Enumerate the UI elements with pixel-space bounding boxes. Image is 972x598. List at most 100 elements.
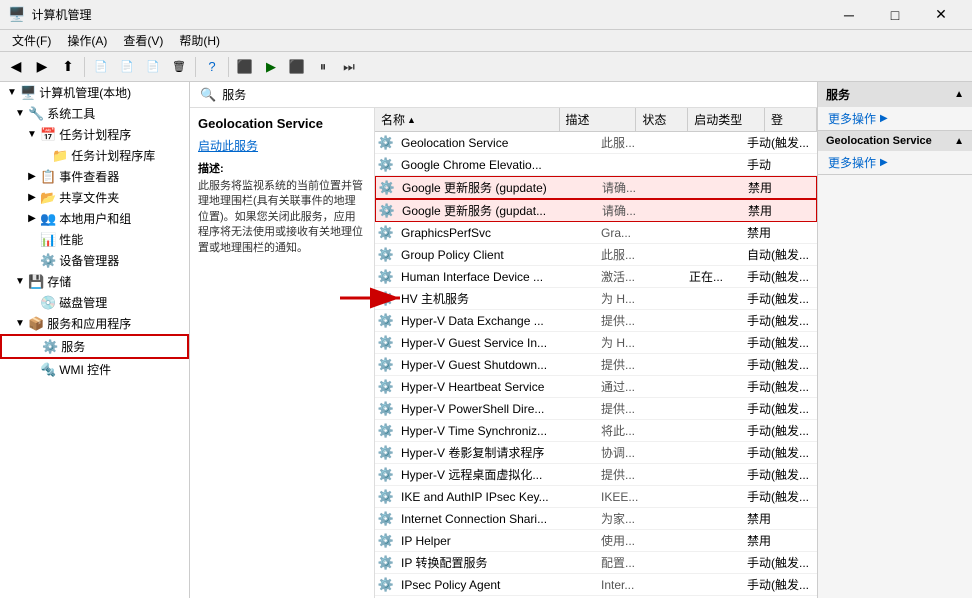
- devmgr-icon: ⚙️: [40, 253, 56, 269]
- tree-item-event[interactable]: ▶ 📋 事件查看器: [0, 166, 189, 187]
- table-row[interactable]: ⚙️ Hyper-V 卷影复制请求程序 协调... 手动(触发... 本: [375, 442, 817, 464]
- tree-item-shared[interactable]: ▶ 📂 共享文件夹: [0, 187, 189, 208]
- menu-help[interactable]: 帮助(H): [171, 30, 228, 51]
- start-service-link[interactable]: 启动此服务: [198, 139, 258, 153]
- service-name: Hyper-V 远程桌面虚拟化...: [397, 465, 597, 484]
- toolbar-item4[interactable]: 🗑: [167, 55, 191, 79]
- tree-item-tasklib[interactable]: ▶ 📁 任务计划程序库: [0, 145, 189, 166]
- expand-arrow-shared: ▶: [24, 192, 40, 203]
- toolbar-stop2[interactable]: ⬛: [285, 55, 309, 79]
- toolbar-stop[interactable]: ⬛: [233, 55, 257, 79]
- shared-icon: 📂: [40, 190, 56, 206]
- toolbar-skip[interactable]: ⏭: [337, 55, 361, 79]
- service-startup: 手动(触发...: [743, 553, 817, 572]
- table-row[interactable]: ⚙️ IKE and AuthIP IPsec Key... IKEE... 手…: [375, 486, 817, 508]
- tree-item-sys[interactable]: ▼ 🔧 系统工具: [0, 103, 189, 124]
- toolbar-item2[interactable]: 📄: [115, 55, 139, 79]
- table-row[interactable]: ⚙️ Hyper-V PowerShell Dire... 提供... 手动(触…: [375, 398, 817, 420]
- tree-item-storage[interactable]: ▼ 💾 存储: [0, 271, 189, 292]
- minimize-button[interactable]: ─: [826, 0, 872, 30]
- service-icon: ⚙️: [375, 379, 397, 395]
- service-icon: ⚙️: [375, 423, 397, 439]
- toolbar-up[interactable]: ⬆: [56, 55, 80, 79]
- right-action-more2[interactable]: 更多操作 ▶: [818, 151, 972, 174]
- menu-action[interactable]: 操作(A): [59, 30, 115, 51]
- service-status: [685, 540, 743, 542]
- table-row[interactable]: ⚙️ IP 转换配置服务 配置... 手动(触发... 本: [375, 552, 817, 574]
- service-name: IKE and AuthIP IPsec Key...: [397, 489, 597, 505]
- table-row[interactable]: ⚙️ Group Policy Client 此服... 自动(触发... 本: [375, 244, 817, 266]
- window-title: 计算机管理: [31, 6, 91, 23]
- table-row[interactable]: ⚙️ Human Interface Device ... 激活... 正在..…: [375, 266, 817, 288]
- toolbar-forward[interactable]: ▶: [30, 55, 54, 79]
- toolbar-sep3: [228, 57, 229, 77]
- table-row[interactable]: ⚙️ Hyper-V Guest Shutdown... 提供... 手动(触发…: [375, 354, 817, 376]
- table-row[interactable]: ⚙️ IPsec Policy Agent Inter... 手动(触发... …: [375, 574, 817, 596]
- table-row[interactable]: ⚙️ HV 主机服务 为 H... 手动(触发... 本: [375, 288, 817, 310]
- service-status: [685, 232, 743, 234]
- maximize-button[interactable]: □: [872, 0, 918, 30]
- storage-icon: 💾: [28, 274, 44, 290]
- toolbar-item3[interactable]: 📄: [141, 55, 165, 79]
- table-row[interactable]: ⚙️ Hyper-V Guest Service In... 为 H... 手动…: [375, 332, 817, 354]
- table-row[interactable]: ⚙️ Hyper-V Heartbeat Service 通过... 手动(触发…: [375, 376, 817, 398]
- toolbar-show-hide[interactable]: 📄: [89, 55, 113, 79]
- selected-service-title: Geolocation Service: [198, 116, 366, 131]
- expand-arrow-perf: ▶: [24, 234, 40, 245]
- col-header-desc[interactable]: 描述: [560, 108, 637, 131]
- service-desc: Inter...: [597, 577, 685, 593]
- tree-item-perf[interactable]: ▶ 📊 性能: [0, 229, 189, 250]
- col-startup-label: 启动类型: [694, 111, 742, 128]
- service-status: [685, 342, 743, 344]
- table-row[interactable]: ⚙️ Google 更新服务 (gupdat... 请确... 禁用 本: [375, 199, 817, 222]
- service-status: [685, 164, 743, 166]
- services-list[interactable]: ⚙️ Geolocation Service 此服... 手动(触发... 本 …: [375, 132, 817, 598]
- col-header-status[interactable]: 状态: [636, 108, 688, 131]
- table-row[interactable]: ⚙️ GraphicsPerfSvc Gra... 禁用 本: [375, 222, 817, 244]
- service-name: Google 更新服务 (gupdat...: [398, 201, 598, 220]
- service-desc: 使用...: [597, 531, 685, 550]
- users-icon: 👥: [40, 211, 56, 227]
- table-row[interactable]: ⚙️ Internet Connection Shari... 为家... 禁用…: [375, 508, 817, 530]
- table-row[interactable]: ⚙️ Google 更新服务 (gupdate) 请确... 禁用 本: [375, 176, 817, 199]
- toolbar-play[interactable]: ▶: [259, 55, 283, 79]
- col-header-startup[interactable]: 启动类型: [688, 108, 765, 131]
- col-header-login[interactable]: 登: [765, 108, 817, 131]
- tree-item-users[interactable]: ▶ 👥 本地用户和组: [0, 208, 189, 229]
- service-startup: 禁用: [743, 509, 817, 528]
- table-row[interactable]: ⚙️ Hyper-V Data Exchange ... 提供... 手动(触发…: [375, 310, 817, 332]
- tree-item-services[interactable]: ▶ ⚙️ 服务: [0, 334, 189, 359]
- service-status: [685, 408, 743, 410]
- panel-container: Geolocation Service 启动此服务 描述: 此服务将监视系统的当…: [190, 108, 817, 598]
- right-action-more1[interactable]: 更多操作 ▶: [818, 107, 972, 130]
- service-desc: 为 H...: [597, 289, 685, 308]
- service-startup: 手动(触发...: [743, 289, 817, 308]
- tree-item-task[interactable]: ▼ 📅 任务计划程序: [0, 124, 189, 145]
- service-startup: 手动(触发...: [743, 311, 817, 330]
- toolbar-pause[interactable]: ⏸: [311, 55, 335, 79]
- service-icon: ⚙️: [375, 511, 397, 527]
- close-button[interactable]: ✕: [918, 0, 964, 30]
- col-header-name[interactable]: 名称 ▲: [375, 108, 560, 131]
- right-section-geo-title: Geolocation Service ▲: [818, 131, 972, 151]
- tree-item-root[interactable]: ▼ 🖥️ 计算机管理(本地): [0, 82, 189, 103]
- table-row[interactable]: ⚙️ Hyper-V Time Synchroniz... 将此... 手动(触…: [375, 420, 817, 442]
- menu-file[interactable]: 文件(F): [4, 30, 59, 51]
- expand-arrow-users: ▶: [24, 213, 40, 224]
- tree-label-task: 任务计划程序: [59, 126, 131, 143]
- service-icon: ⚙️: [375, 313, 397, 329]
- wmi-icon: 🔩: [40, 362, 56, 378]
- table-row[interactable]: ⚙️ Google Chrome Elevatio... 手动 本: [375, 154, 817, 176]
- table-row[interactable]: ⚙️ Geolocation Service 此服... 手动(触发... 本: [375, 132, 817, 154]
- tree-item-diskmgr[interactable]: ▶ 💿 磁盘管理: [0, 292, 189, 313]
- table-row[interactable]: ⚙️ IP Helper 使用... 禁用 本: [375, 530, 817, 552]
- table-row[interactable]: ⚙️ Hyper-V 远程桌面虚拟化... 提供... 手动(触发... 本: [375, 464, 817, 486]
- menu-view[interactable]: 查看(V): [115, 30, 171, 51]
- toolbar-back[interactable]: ◀: [4, 55, 28, 79]
- search-bar: 🔍 服务: [190, 82, 817, 108]
- tree-item-wmi[interactable]: ▶ 🔩 WMI 控件: [0, 359, 189, 380]
- expand-arrow-task: ▼: [24, 129, 40, 140]
- tree-item-devmgr[interactable]: ▶ ⚙️ 设备管理器: [0, 250, 189, 271]
- toolbar-help[interactable]: ?: [200, 55, 224, 79]
- tree-item-svcapps[interactable]: ▼ 📦 服务和应用程序: [0, 313, 189, 334]
